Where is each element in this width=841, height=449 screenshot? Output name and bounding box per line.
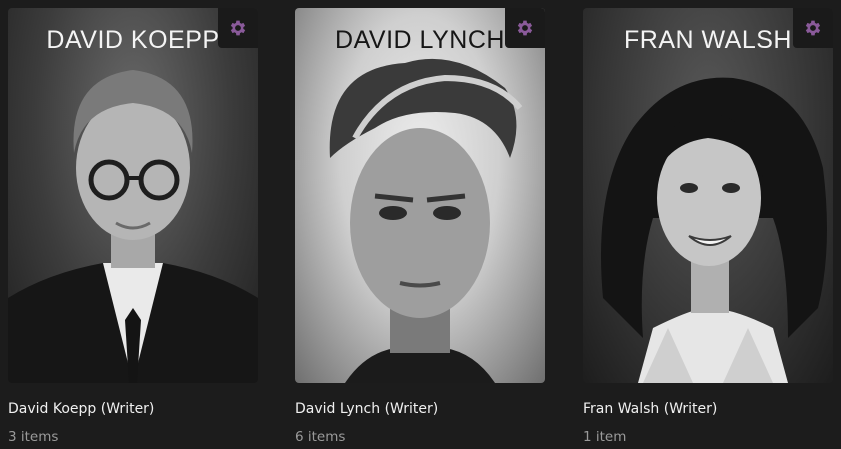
settings-button[interactable] <box>793 8 833 48</box>
collection-card: DAVID LYNCH David Lynch (Writer) 6 items <box>295 8 545 445</box>
gear-icon <box>805 20 821 36</box>
gear-icon <box>230 20 246 36</box>
poster-image[interactable]: DAVID LYNCH <box>295 8 545 383</box>
portrait-walsh <box>601 77 827 383</box>
item-title[interactable]: David Koepp (Writer) <box>8 401 258 417</box>
item-count: 3 items <box>8 429 59 445</box>
portrait-koepp <box>8 70 258 383</box>
settings-button[interactable] <box>505 8 545 48</box>
settings-button[interactable] <box>218 8 258 48</box>
poster-image[interactable]: FRAN WALSH <box>583 8 833 383</box>
item-title[interactable]: David Lynch (Writer) <box>295 401 545 417</box>
portrait-lynch <box>329 58 523 383</box>
collection-card: FRAN WALSH Fran Walsh (Writer) 1 item <box>583 8 833 445</box>
collection-card: DAVID KOEPP David Koepp (Writer) 3 items <box>8 8 258 445</box>
gear-icon <box>517 20 533 36</box>
collection-grid: DAVID KOEPP David Koepp (Writer) 3 items <box>0 0 841 449</box>
poster-image[interactable]: DAVID KOEPP <box>8 8 258 383</box>
item-count: 6 items <box>295 429 346 445</box>
item-count: 1 item <box>583 429 627 445</box>
item-title[interactable]: Fran Walsh (Writer) <box>583 401 833 417</box>
